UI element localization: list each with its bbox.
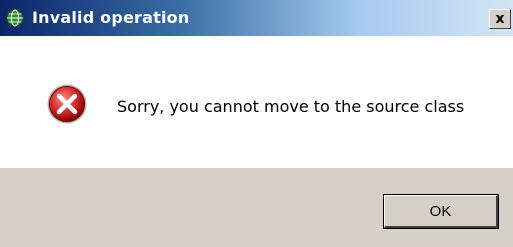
title-bar[interactable]: Invalid operation x <box>0 0 513 36</box>
message-area: Sorry, you cannot move to the source cla… <box>0 36 513 168</box>
error-icon <box>46 83 88 125</box>
close-icon: x <box>495 11 505 27</box>
eclipse-globe-icon <box>6 9 24 27</box>
button-bar: OK <box>0 168 513 247</box>
close-button[interactable]: x <box>489 9 511 29</box>
invalid-operation-dialog: Invalid operation x Sorry, you cannot mo… <box>0 0 513 247</box>
window-title: Invalid operation <box>32 8 190 27</box>
ok-button[interactable]: OK <box>383 194 499 229</box>
error-message: Sorry, you cannot move to the source cla… <box>117 97 465 116</box>
